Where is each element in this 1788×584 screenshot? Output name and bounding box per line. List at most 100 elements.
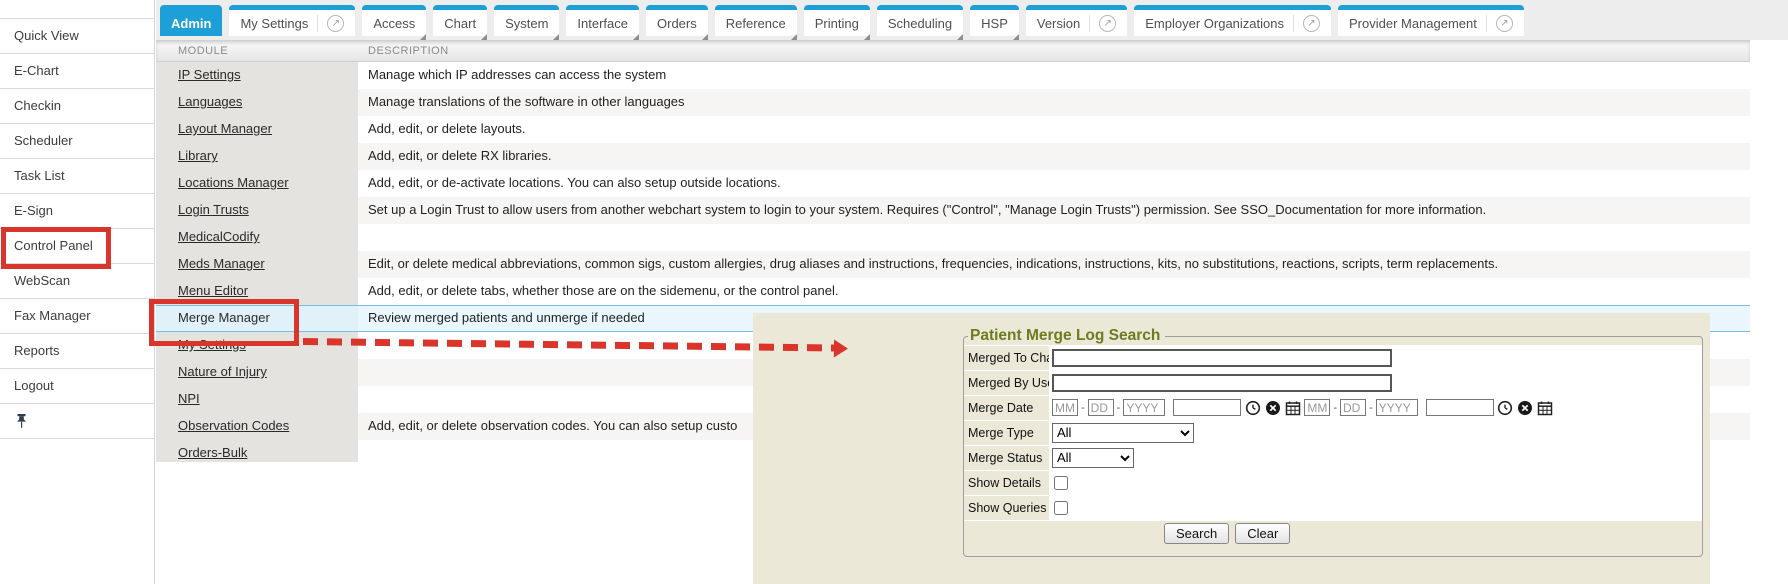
dropdown-corner-icon[interactable] (791, 34, 797, 40)
tab[interactable]: Scheduling (877, 5, 963, 36)
clear-circle-icon[interactable] (1264, 399, 1281, 416)
table-row: Layout Manager Add, edit, or delete layo… (156, 116, 1750, 143)
merge-date-to-time-input[interactable] (1426, 399, 1494, 416)
tab-label: Chart (444, 16, 476, 31)
tab[interactable]: Interface (566, 5, 639, 36)
description-cell: Add, edit, or delete RX libraries. (358, 143, 1750, 170)
sidebar-item[interactable]: E-Chart (0, 54, 154, 89)
merge-status-label: Merge Status (964, 445, 1049, 470)
module-link[interactable]: Languages (178, 94, 242, 109)
merge-date-to-year-input[interactable] (1376, 399, 1418, 416)
dropdown-corner-icon[interactable] (553, 34, 559, 40)
show-queries-checkbox[interactable] (1054, 501, 1068, 515)
tab-popout[interactable]: ↗ (1486, 15, 1513, 32)
module-cell: Locations Manager (156, 170, 358, 197)
merge-type-select[interactable]: All (1052, 423, 1194, 443)
description-cell: Add, edit, or de-activate locations. You… (358, 170, 1750, 197)
merged-to-chart-row: Merged To Chart (964, 345, 1702, 370)
sidebar-item[interactable]: Quick View (0, 19, 154, 54)
table-row: Menu Editor Add, edit, or delete tabs, w… (156, 278, 1750, 305)
calendar-icon[interactable] (1284, 399, 1301, 416)
sidebar-item[interactable]: Reports (0, 334, 154, 369)
clock-icon[interactable] (1244, 399, 1261, 416)
sidebar-item[interactable]: Scheduler (0, 124, 154, 159)
module-link[interactable]: Merge Manager (178, 310, 270, 325)
merge-date-to-day-input[interactable] (1340, 399, 1366, 416)
description-column-header: DESCRIPTION (358, 40, 1750, 61)
module-link[interactable]: NPI (178, 391, 200, 406)
tab-strip: Admin My Settings ↗ Access Chart (156, 0, 1788, 40)
description-cell (358, 224, 1750, 251)
dropdown-corner-icon[interactable] (957, 34, 963, 40)
tab[interactable]: My Settings ↗ (229, 5, 355, 36)
module-link[interactable]: Library (178, 148, 218, 163)
clock-icon[interactable] (1497, 399, 1514, 416)
show-details-checkbox[interactable] (1054, 476, 1068, 490)
module-link[interactable]: IP Settings (178, 67, 241, 82)
tab[interactable]: Provider Management ↗ (1338, 5, 1524, 36)
tab-popout[interactable]: ↗ (1293, 15, 1320, 32)
tab[interactable]: Admin (160, 5, 222, 36)
merge-date-from-day-input[interactable] (1088, 399, 1114, 416)
date-separator: - (1081, 402, 1085, 414)
tab[interactable]: Chart (433, 5, 487, 36)
module-link[interactable]: Login Trusts (178, 202, 249, 217)
module-link[interactable]: Orders-Bulk (178, 445, 247, 460)
sidebar-item[interactable]: E-Sign (0, 194, 154, 229)
dropdown-corner-icon[interactable] (702, 34, 708, 40)
tab[interactable]: Orders (646, 5, 708, 36)
dropdown-corner-icon[interactable] (633, 34, 639, 40)
dropdown-corner-icon[interactable] (420, 34, 426, 40)
tab-label: Reference (726, 16, 786, 31)
module-link[interactable]: Meds Manager (178, 256, 265, 271)
sidebar-item[interactable]: Logout (0, 369, 154, 404)
merged-to-chart-input[interactable] (1052, 349, 1392, 367)
module-cell: Login Trusts (156, 197, 358, 224)
module-cell: Observation Codes (156, 413, 358, 440)
tab[interactable]: HSP (970, 5, 1019, 36)
merge-date-from-month-input[interactable] (1052, 399, 1078, 416)
merge-status-select[interactable]: All (1052, 448, 1134, 468)
sidebar-item-label: E-Chart (14, 63, 59, 78)
merge-status-row: Merge Status All (964, 445, 1702, 470)
tab[interactable]: Printing (804, 5, 870, 36)
clear-button[interactable]: Clear (1235, 523, 1290, 544)
tab[interactable]: Employer Organizations ↗ (1134, 5, 1331, 36)
tab[interactable]: System (494, 5, 559, 36)
table-row: Languages Manage translations of the sof… (156, 89, 1750, 116)
module-link[interactable]: Menu Editor (178, 283, 248, 298)
merge-date-to-month-input[interactable] (1304, 399, 1330, 416)
sidebar-item-label: Scheduler (14, 133, 73, 148)
tab-popout[interactable]: ↗ (1089, 15, 1116, 32)
calendar-icon[interactable] (1537, 399, 1554, 416)
tab[interactable]: Access (362, 5, 426, 36)
module-link[interactable]: Layout Manager (178, 121, 272, 136)
module-link[interactable]: MedicalCodify (178, 229, 260, 244)
module-link[interactable]: My Settings (178, 337, 246, 352)
module-link[interactable]: Nature of Injury (178, 364, 267, 379)
sidebar-item[interactable]: WebScan (0, 264, 154, 299)
merged-by-user-input[interactable] (1052, 374, 1392, 392)
sidebar-item-pin[interactable] (0, 404, 154, 439)
sidebar-item[interactable]: Task List (0, 159, 154, 194)
tab[interactable]: Version ↗ (1026, 5, 1127, 36)
tab[interactable]: Reference (715, 5, 797, 36)
popout-arrow-icon: ↗ (1303, 15, 1320, 32)
description-cell: Add, edit, or delete layouts. (358, 116, 1750, 143)
merge-date-label: Merge Date (964, 395, 1049, 420)
sidebar-item[interactable]: Control Panel (0, 229, 154, 264)
clear-circle-icon[interactable] (1517, 399, 1534, 416)
dropdown-corner-icon[interactable] (864, 34, 870, 40)
module-link[interactable]: Observation Codes (178, 418, 289, 433)
sidebar-item[interactable]: Checkin (0, 89, 154, 124)
dropdown-corner-icon[interactable] (481, 34, 487, 40)
dropdown-corner-icon[interactable] (1013, 34, 1019, 40)
sidebar-item[interactable]: Fax Manager (0, 299, 154, 334)
merge-date-from-time-input[interactable] (1173, 399, 1241, 416)
merge-date-from-year-input[interactable] (1123, 399, 1165, 416)
patient-merge-log-search-panel: Patient Merge Log Search Merged To Chart… (753, 313, 1710, 584)
module-link[interactable]: Locations Manager (178, 175, 289, 190)
buttons-row: Search Clear (964, 520, 1702, 545)
search-button[interactable]: Search (1164, 523, 1229, 544)
tab-popout[interactable]: ↗ (317, 15, 344, 32)
